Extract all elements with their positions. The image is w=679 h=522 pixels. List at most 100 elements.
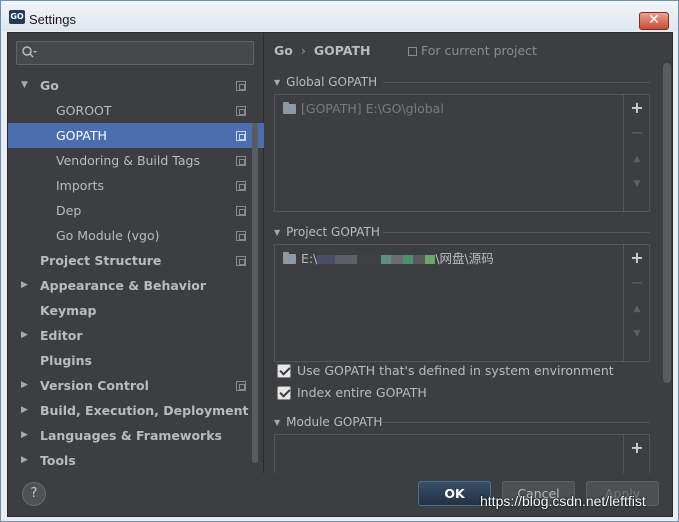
minus-icon: − <box>630 123 644 142</box>
expand-arrow-icon[interactable]: ▼ <box>21 73 33 98</box>
global-gopath-list[interactable]: [GOPATH] E:\GO\global + − ▲ ▼ <box>274 94 650 212</box>
tree-item-label: Project Structure <box>40 253 162 268</box>
tree-item-imports[interactable]: Imports <box>8 173 264 198</box>
redacted-block <box>381 255 392 264</box>
list-item[interactable]: E:\ \网盘\源码 <box>283 251 494 267</box>
tree-item-label: Appearance & Behavior <box>40 278 206 293</box>
left-scrollbar[interactable] <box>252 123 258 463</box>
tree-item-build-execution-deployment[interactable]: ▶ Build, Execution, Deployment <box>8 398 264 423</box>
breadcrumb-parent: Go <box>274 43 293 58</box>
collapse-triangle-icon: ▼ <box>274 418 281 427</box>
plus-icon: + <box>630 98 644 117</box>
list-item[interactable]: [GOPATH] E:\GO\global <box>283 101 444 117</box>
module-gopath-header[interactable]: ▼ Module GOPATH <box>274 414 382 430</box>
project-level-icon <box>236 156 246 166</box>
close-button[interactable]: ✕ <box>639 12 669 30</box>
collapse-arrow-icon[interactable]: ▶ <box>21 273 33 298</box>
tree-item-project-structure[interactable]: Project Structure <box>8 248 264 273</box>
tree-item-label: Languages & Frameworks <box>40 428 222 443</box>
tree-item-goroot[interactable]: GOROOT <box>8 98 264 123</box>
add-path-button[interactable]: + <box>624 437 650 459</box>
redacted-block <box>317 255 336 264</box>
folder-icon <box>283 252 296 264</box>
tree-item-gopath[interactable]: GOPATH <box>8 123 264 148</box>
tree-item-version-control[interactable]: ▶ Version Control <box>8 373 264 398</box>
move-up-button[interactable]: ▲ <box>624 298 650 320</box>
global-gopath-title: Global GOPATH <box>286 75 378 89</box>
project-gopath-toolbar: + − ▲ ▼ <box>623 245 649 361</box>
collapse-arrow-icon[interactable]: ▶ <box>21 448 33 473</box>
breadcrumb-separator: › <box>300 43 306 58</box>
add-path-button[interactable]: + <box>624 247 650 269</box>
collapse-arrow-icon[interactable]: ▶ <box>21 398 33 423</box>
collapse-triangle-icon: ▼ <box>274 228 281 237</box>
tree-item-languages-frameworks[interactable]: ▶ Languages & Frameworks <box>8 423 264 448</box>
breadcrumb: Go › GOPATH <box>274 42 370 60</box>
tree-item-label: Plugins <box>40 353 92 368</box>
minus-icon: − <box>630 273 644 292</box>
remove-path-button[interactable]: − <box>624 272 650 294</box>
project-level-icon <box>236 256 246 266</box>
right-scrollbar[interactable] <box>663 63 671 383</box>
project-gopath-list[interactable]: E:\ \网盘\源码 + − ▲ ▼ <box>274 244 650 362</box>
project-level-icon <box>236 381 246 391</box>
tree-item-label: Go Module (vgo) <box>56 228 160 243</box>
collapse-triangle-icon: ▼ <box>274 78 281 87</box>
redacted-block <box>391 255 404 264</box>
tree-item-plugins[interactable]: Plugins <box>8 348 264 373</box>
tree-item-go-module-vgo[interactable]: Go Module (vgo) <box>8 223 264 248</box>
window-title: Settings <box>29 12 76 27</box>
global-gopath-toolbar: + − ▲ ▼ <box>623 95 649 211</box>
tree-item-keymap[interactable]: Keymap <box>8 298 264 323</box>
collapse-arrow-icon[interactable]: ▶ <box>21 323 33 348</box>
redacted-block <box>403 255 414 264</box>
tree-item-appearance-behavior[interactable]: ▶ Appearance & Behavior <box>8 273 264 298</box>
redacted-block <box>413 255 426 264</box>
tree-item-dep[interactable]: Dep <box>8 198 264 223</box>
global-gopath-header[interactable]: ▼ Global GOPATH <box>274 74 377 90</box>
project-gopath-header[interactable]: ▼ Project GOPATH <box>274 224 380 240</box>
move-down-button[interactable]: ▼ <box>624 323 650 345</box>
module-gopath-title: Module GOPATH <box>286 415 383 429</box>
project-level-icon <box>236 106 246 116</box>
collapse-arrow-icon[interactable]: ▶ <box>21 423 33 448</box>
scope-label: For current project <box>408 42 537 60</box>
checkbox-checked[interactable] <box>277 364 291 378</box>
project-level-icon <box>236 206 246 216</box>
tree-item-label: Editor <box>40 328 83 343</box>
arrow-up-icon: ▲ <box>633 154 641 164</box>
settings-tree-panel: ▼ Go GOROOT GOPATH Vendoring & Build Tags Imp… <box>8 33 264 473</box>
arrow-up-icon: ▲ <box>633 304 641 314</box>
project-path-prefix: E:\ <box>301 251 318 266</box>
settings-search-input[interactable] <box>16 41 254 65</box>
index-entire-gopath-checkbox[interactable]: Index entire GOPATH <box>277 384 427 402</box>
tree-item-editor[interactable]: ▶ Editor <box>8 323 264 348</box>
close-icon: ✕ <box>648 12 660 28</box>
project-level-icon <box>236 181 246 191</box>
watermark-text: https://blog.csdn.net/leftfist <box>480 493 646 509</box>
tree-item-label: Keymap <box>40 303 97 318</box>
remove-path-button[interactable]: − <box>624 122 650 144</box>
module-gopath-list[interactable]: + <box>274 434 650 474</box>
collapse-arrow-icon[interactable]: ▶ <box>21 373 33 398</box>
tree-item-go[interactable]: ▼ Go <box>8 73 264 98</box>
use-system-gopath-label: Use GOPATH that's defined in system envi… <box>297 363 614 378</box>
checkbox-checked[interactable] <box>277 386 291 400</box>
tree-item-vendoring-build-tags[interactable]: Vendoring & Build Tags <box>8 148 264 173</box>
tree-item-tools[interactable]: ▶ Tools <box>8 448 264 473</box>
settings-window: GO Settings ✕ ▼ Go GOROOT GOPATH Vendoring &… <box>0 0 679 522</box>
scope-text: For current project <box>421 43 537 58</box>
redacted-block <box>335 255 358 264</box>
settings-tree: ▼ Go GOROOT GOPATH Vendoring & Build Tags Imp… <box>8 73 264 473</box>
tree-item-label: GOPATH <box>56 128 107 143</box>
tree-item-label: Tools <box>40 453 76 468</box>
tree-item-label: GOROOT <box>56 103 112 118</box>
help-button[interactable]: ? <box>22 482 46 506</box>
folder-icon <box>283 102 296 114</box>
move-down-button[interactable]: ▼ <box>624 173 650 195</box>
title-bar[interactable]: GO Settings ✕ <box>1 1 678 31</box>
add-path-button[interactable]: + <box>624 97 650 119</box>
use-system-gopath-checkbox[interactable]: Use GOPATH that's defined in system envi… <box>277 362 614 380</box>
question-icon: ? <box>30 486 38 501</box>
move-up-button[interactable]: ▲ <box>624 148 650 170</box>
